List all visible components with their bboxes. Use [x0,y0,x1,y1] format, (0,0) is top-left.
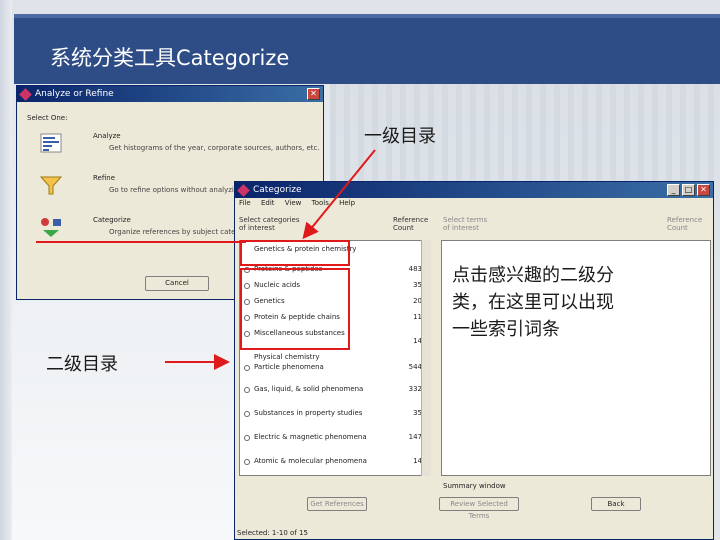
title-band-accent [14,14,720,18]
highlight-underline [36,241,246,243]
col-header-line1: Reference [393,216,429,224]
col-header-line2: of interest [443,224,479,232]
analyze-option-title[interactable]: Analyze [93,132,121,140]
categorize-icon[interactable] [39,216,63,238]
category-label: Substances in property studies [254,409,363,417]
radio-button[interactable] [244,411,250,417]
menu-view[interactable]: View [285,199,302,207]
note-line: 一些索引词条 [452,319,560,340]
menu-file[interactable]: File [239,199,251,207]
cancel-button[interactable]: Cancel [145,276,209,291]
analyze-option-desc: Get histograms of the year, corporate so… [109,144,320,152]
category-count: 483 [408,265,422,273]
category-count: 147 [408,433,422,441]
select-categories-header: Select categories of interest [239,216,300,232]
analyze-window-title: Analyze or Refine [35,89,114,99]
left-decor-strip [0,0,12,540]
refine-option-title[interactable]: Refine [93,174,115,182]
category-label: Gas, liquid, & solid phenomena [254,385,364,393]
col-header-line2: Count [667,224,688,232]
menu-help[interactable]: Help [339,199,355,207]
slide: 系统分类工具Categorize Analyze or Refine ✕ Sel… [0,0,720,540]
col-header-line1: Select terms [443,216,488,224]
col-header-line2: of interest [239,224,275,232]
categorize-option-desc: Organize references by subject categor [109,228,248,236]
app-icon [19,88,32,101]
level2-label: 二级目录 [46,354,118,375]
reference-count-header: Reference Count [393,216,428,232]
maximize-button[interactable]: □ [682,184,695,196]
close-button[interactable]: ✕ [697,184,710,196]
radio-button[interactable] [244,365,250,371]
radio-button[interactable] [244,387,250,393]
app-icon [237,184,250,197]
terms-count-header: Reference Count [667,216,702,232]
categorize-window-titlebar: Categorize _ □ ✕ [235,182,713,198]
radio-button[interactable] [244,435,250,441]
level1-label: 一级目录 [364,126,436,147]
histogram-icon[interactable] [39,132,63,154]
funnel-icon[interactable] [39,174,63,196]
menu-edit[interactable]: Edit [261,199,275,207]
category-label: Particle phenomena [254,363,324,371]
select-terms-header: Select terms of interest [443,216,487,232]
categorize-window-title: Categorize [253,185,302,195]
level1-highlight-box [240,240,350,266]
get-references-button[interactable]: Get References [307,497,367,511]
back-button[interactable]: Back [591,497,641,511]
menu-tools[interactable]: Tools [312,199,329,207]
summary-window-label: Summary window [443,482,506,490]
category-count: 332 [408,385,422,393]
note-line: 类，在这里可以出现 [452,292,614,313]
minimize-button[interactable]: _ [667,184,680,196]
scrollbar[interactable] [421,240,431,476]
col-header-line1: Select categories [239,216,300,224]
slide-title: 系统分类工具Categorize [50,46,290,70]
categorize-window: Categorize _ □ ✕ File Edit View Tools He… [234,181,714,540]
analyze-window-titlebar: Analyze or Refine ✕ [17,86,323,102]
category-label: Atomic & molecular phenomena [254,457,367,465]
col-header-line1: Reference [667,216,703,224]
category-label: Electric & magnetic phenomena [254,433,367,441]
category-count: 544 [408,363,422,371]
select-one-label: Select One: [27,114,68,122]
col-header-line2: Count [393,224,414,232]
note-line: 点击感兴趣的二级分 [452,265,614,286]
categorize-option-title[interactable]: Categorize [93,216,131,224]
radio-button[interactable] [244,459,250,465]
category-label: Physical chemistry [254,353,320,361]
close-button[interactable]: ✕ [307,88,320,100]
level2-highlight-box [240,268,350,350]
status-bar: Selected: 1-10 of 15 [237,529,308,537]
review-selected-terms-button[interactable]: Review Selected Terms [439,497,519,520]
note-text: 点击感兴趣的二级分 类，在这里可以出现 一些索引词条 [452,262,614,343]
menu-bar: File Edit View Tools Help [235,199,713,210]
